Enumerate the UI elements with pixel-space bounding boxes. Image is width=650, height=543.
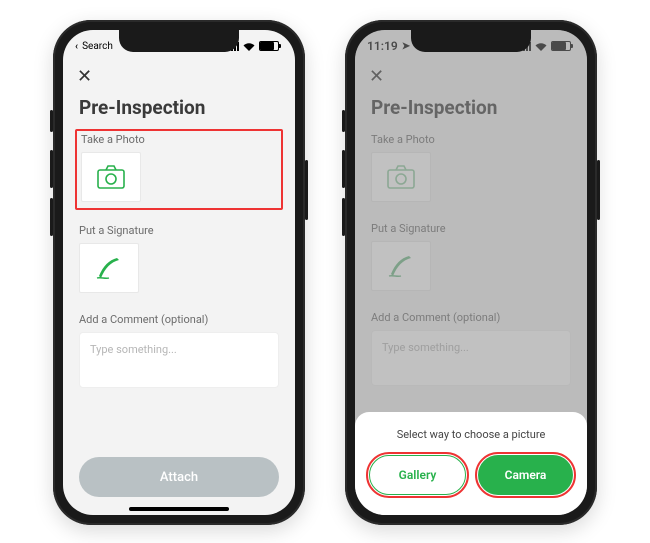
notch xyxy=(119,30,239,52)
page-title: Pre-Inspection xyxy=(79,96,279,119)
phone-frame-left: ‹ Search ✕ Pre-Inspection Take a Photo xyxy=(53,20,305,525)
wifi-icon xyxy=(243,42,255,51)
gallery-button[interactable]: Gallery xyxy=(369,455,466,495)
camera-icon xyxy=(97,165,125,189)
close-icon[interactable]: ✕ xyxy=(77,68,92,86)
screen-left: ‹ Search ✕ Pre-Inspection Take a Photo xyxy=(63,30,295,515)
signature-tile[interactable] xyxy=(79,243,139,293)
notch xyxy=(411,30,531,52)
battery-icon xyxy=(259,41,279,51)
signature-label: Put a Signature xyxy=(79,224,279,237)
phone-frame-right: 11:19 ➤ ✕ Pre-Inspection Take a Photo xyxy=(345,20,597,525)
comment-input[interactable]: Type something... xyxy=(79,332,279,388)
photo-section-highlight: Take a Photo xyxy=(75,129,283,210)
attach-button[interactable]: Attach xyxy=(79,457,279,497)
home-indicator[interactable] xyxy=(129,507,229,511)
sheet-title: Select way to choose a picture xyxy=(369,428,573,441)
comment-label: Add a Comment (optional) xyxy=(79,313,279,326)
camera-button[interactable]: Camera xyxy=(478,455,573,495)
photo-label: Take a Photo xyxy=(81,133,279,146)
pen-icon xyxy=(95,256,123,280)
action-sheet: Select way to choose a picture Gallery C… xyxy=(355,412,587,515)
back-label[interactable]: Search xyxy=(82,41,113,52)
comment-placeholder: Type something... xyxy=(90,343,177,356)
content: Pre-Inspection Take a Photo Put a Signat… xyxy=(63,92,295,447)
take-photo-tile[interactable] xyxy=(81,152,141,202)
nav-bar: ✕ xyxy=(63,62,295,92)
screen-right: 11:19 ➤ ✕ Pre-Inspection Take a Photo xyxy=(355,30,587,515)
back-chevron-icon[interactable]: ‹ xyxy=(75,41,78,52)
